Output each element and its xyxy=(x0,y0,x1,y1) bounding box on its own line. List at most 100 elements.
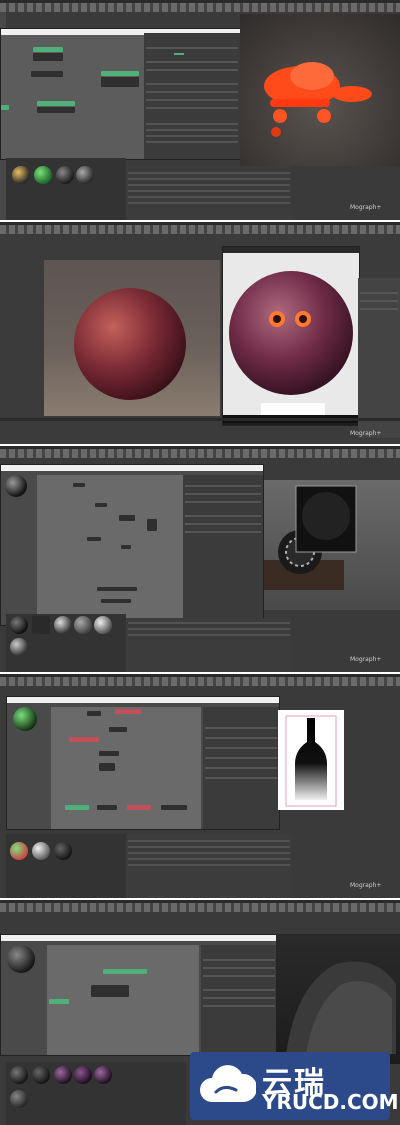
node[interactable] xyxy=(37,107,75,113)
node[interactable] xyxy=(103,969,147,974)
object-row[interactable] xyxy=(128,622,290,624)
attr-row[interactable] xyxy=(146,99,238,101)
node[interactable] xyxy=(49,999,69,1004)
object-row[interactable] xyxy=(128,846,290,848)
node[interactable] xyxy=(69,737,99,742)
node[interactable] xyxy=(115,709,141,714)
material-swatch[interactable] xyxy=(74,616,92,634)
node[interactable] xyxy=(87,537,101,541)
attr-row[interactable] xyxy=(203,975,275,977)
attr-row[interactable] xyxy=(146,91,238,93)
attr-row[interactable] xyxy=(205,737,277,739)
attribute-panel[interactable] xyxy=(144,33,240,159)
object-row[interactable] xyxy=(128,864,290,866)
attributes-manager[interactable] xyxy=(358,278,400,438)
object-row[interactable] xyxy=(128,178,290,180)
attributes-manager[interactable] xyxy=(292,166,400,220)
object-row[interactable] xyxy=(128,628,290,630)
node-graph-area[interactable] xyxy=(37,475,183,623)
node[interactable] xyxy=(1,105,9,110)
material-manager[interactable] xyxy=(6,1062,186,1125)
attribute-panel[interactable] xyxy=(183,475,263,625)
top-toolbar[interactable] xyxy=(0,225,400,234)
attr-row[interactable] xyxy=(146,135,238,137)
top-toolbar[interactable] xyxy=(0,3,400,12)
node[interactable] xyxy=(87,711,101,716)
node[interactable] xyxy=(109,727,127,732)
render-viewport[interactable] xyxy=(276,934,400,1064)
top-toolbar[interactable] xyxy=(0,903,400,912)
node-editor-window[interactable] xyxy=(0,28,242,160)
attr-row[interactable] xyxy=(146,69,238,71)
node[interactable] xyxy=(99,751,119,756)
material-swatch[interactable] xyxy=(32,1066,50,1084)
render-viewport[interactable] xyxy=(240,14,400,166)
object-row[interactable] xyxy=(128,858,290,860)
window-title-bar[interactable] xyxy=(1,935,277,941)
render-viewport[interactable] xyxy=(264,480,400,610)
material-swatch[interactable] xyxy=(34,166,52,184)
material-swatch[interactable] xyxy=(94,616,112,634)
node-editor-window[interactable] xyxy=(6,696,280,830)
object-row[interactable] xyxy=(128,184,290,186)
attr-row[interactable] xyxy=(205,777,277,779)
material-swatch[interactable] xyxy=(74,1066,92,1084)
attr-row[interactable] xyxy=(205,767,277,769)
node[interactable] xyxy=(161,805,187,810)
attr-row[interactable] xyxy=(146,47,238,49)
attr-row[interactable] xyxy=(203,997,275,999)
attr-row[interactable] xyxy=(205,727,277,729)
timeline[interactable] xyxy=(0,418,400,421)
top-toolbar[interactable] xyxy=(0,449,400,458)
material-manager[interactable] xyxy=(6,834,126,898)
material-swatch[interactable] xyxy=(54,842,72,860)
attr-row[interactable] xyxy=(205,757,277,759)
node[interactable] xyxy=(91,985,129,997)
node[interactable] xyxy=(95,503,107,507)
material-swatch[interactable] xyxy=(76,166,94,184)
attr-row[interactable] xyxy=(185,523,261,525)
material-swatch[interactable] xyxy=(94,1066,112,1084)
node[interactable] xyxy=(33,53,63,61)
node[interactable] xyxy=(101,77,139,87)
window-title-bar[interactable] xyxy=(1,465,263,471)
node-graph-area[interactable] xyxy=(47,945,199,1055)
attr-row[interactable] xyxy=(185,515,261,517)
attr-row[interactable] xyxy=(185,531,261,533)
object-manager[interactable] xyxy=(126,166,292,220)
material-manager[interactable] xyxy=(6,158,126,220)
attr-row[interactable] xyxy=(146,129,238,131)
object-row[interactable] xyxy=(128,196,290,198)
render-viewport[interactable] xyxy=(44,260,220,416)
top-toolbar[interactable] xyxy=(0,677,400,686)
node[interactable] xyxy=(99,763,115,771)
object-manager[interactable] xyxy=(126,618,292,672)
object-row[interactable] xyxy=(128,634,290,636)
node-editor-window[interactable] xyxy=(0,934,278,1056)
picture-viewer-window[interactable] xyxy=(222,246,360,426)
attr-row[interactable] xyxy=(205,747,277,749)
node[interactable] xyxy=(73,483,85,487)
attr-row[interactable] xyxy=(146,123,238,125)
material-swatch[interactable] xyxy=(54,1066,72,1084)
attr-row[interactable] xyxy=(174,53,184,55)
material-swatch[interactable] xyxy=(10,842,28,860)
object-row[interactable] xyxy=(128,202,290,204)
attr-row[interactable] xyxy=(360,300,398,302)
node[interactable] xyxy=(127,805,151,810)
attr-row[interactable] xyxy=(185,501,261,503)
window-title-bar[interactable] xyxy=(7,697,279,703)
node[interactable] xyxy=(37,101,75,106)
attr-row[interactable] xyxy=(203,989,275,991)
node-editor-window[interactable] xyxy=(0,464,264,626)
attr-row[interactable] xyxy=(185,485,261,487)
object-row[interactable] xyxy=(128,172,290,174)
node[interactable] xyxy=(101,71,139,76)
attr-row[interactable] xyxy=(146,61,238,63)
attr-row[interactable] xyxy=(146,141,238,143)
material-swatch[interactable] xyxy=(10,638,28,656)
node[interactable] xyxy=(33,47,63,52)
attribute-panel[interactable] xyxy=(203,707,279,829)
node[interactable] xyxy=(97,805,117,810)
node[interactable] xyxy=(119,515,135,521)
